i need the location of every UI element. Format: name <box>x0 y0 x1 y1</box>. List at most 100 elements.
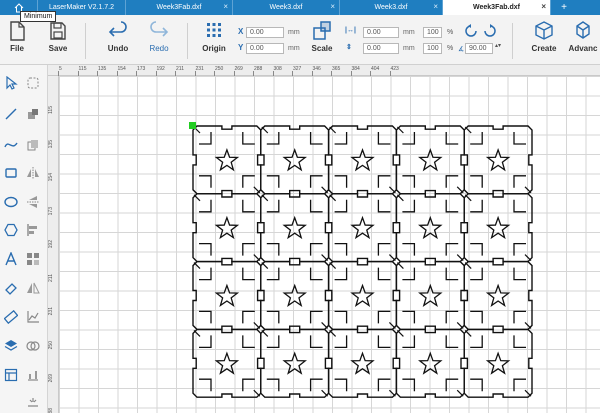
star-shape <box>350 147 375 172</box>
tab-week3-a[interactable]: Week3.dxf × <box>233 0 340 15</box>
close-icon[interactable]: × <box>433 2 438 11</box>
copy-icon[interactable] <box>26 138 40 152</box>
tile-corner-tick <box>388 186 396 194</box>
tile-slot <box>266 267 280 281</box>
flip-vertical-icon[interactable] <box>26 195 40 209</box>
tile-outline <box>327 193 398 263</box>
tile-slot <box>513 267 526 281</box>
tile-slot <box>377 310 391 324</box>
measure-ruler-icon[interactable] <box>4 310 18 324</box>
star-shape <box>418 283 443 307</box>
tile-outline <box>260 260 330 331</box>
selection-handle[interactable] <box>189 122 196 129</box>
tile-slot <box>513 335 526 349</box>
tile-slot <box>377 335 391 349</box>
height-percent-input[interactable]: 100 <box>423 43 442 54</box>
node-edit-icon[interactable] <box>26 76 40 90</box>
star-shape <box>418 351 443 375</box>
flip-horizontal-icon[interactable] <box>26 166 40 180</box>
undo-icon <box>108 21 127 37</box>
close-icon[interactable]: × <box>223 2 228 11</box>
tile-slot <box>334 242 348 256</box>
table-layout-icon[interactable] <box>4 368 18 382</box>
ruler-tick-label: 211 <box>48 273 54 282</box>
tab-week3fab-active[interactable]: Week3Fab.dxf × <box>443 0 551 15</box>
drawing-canvas[interactable] <box>59 76 600 413</box>
distribute-icon[interactable] <box>26 368 40 382</box>
tile-slot <box>402 335 416 349</box>
y-input[interactable]: 0.00 <box>246 43 284 54</box>
tile-corner-tick <box>524 321 532 329</box>
rectangle-icon[interactable] <box>4 166 18 180</box>
line-icon[interactable] <box>4 107 18 121</box>
tab-week3-b[interactable]: Week3.dxf × <box>340 0 443 15</box>
rotation-input[interactable]: 90.00 <box>465 43 493 54</box>
boolean-icon[interactable] <box>26 339 40 353</box>
chart-icon[interactable] <box>26 310 40 324</box>
angle-icon: ∡ <box>458 46 465 53</box>
star-shape <box>485 215 511 240</box>
y-label: Y <box>238 43 244 52</box>
tile-slot <box>334 267 348 281</box>
tile-corner-tick <box>388 321 396 329</box>
create-button[interactable]: Create <box>527 20 561 53</box>
tile-slot <box>513 199 526 213</box>
align-icon[interactable] <box>26 223 40 237</box>
origin-button[interactable]: Origin <box>197 20 231 53</box>
close-icon[interactable]: × <box>330 2 335 11</box>
new-tab-button[interactable]: + <box>551 0 577 15</box>
x-input[interactable]: 0.00 <box>246 27 284 38</box>
height-input[interactable]: 0.00 <box>363 43 399 54</box>
tooltip: Minimum <box>20 11 57 22</box>
scale-button[interactable]: Scale <box>305 20 339 53</box>
tab-week3fab[interactable]: Week3Fab.dxf × <box>126 0 233 15</box>
tile-slot <box>377 267 391 281</box>
tile-outline <box>463 328 533 398</box>
tile-slot <box>513 175 526 188</box>
tile-slot <box>402 199 416 213</box>
tile-corner-tick <box>193 194 201 202</box>
star-shape <box>214 215 240 240</box>
ruler-tick-label: 154 <box>48 173 54 182</box>
save-button[interactable]: Save <box>41 20 75 53</box>
sparkle-icon[interactable] <box>26 396 40 410</box>
close-icon[interactable]: × <box>541 2 546 11</box>
tab-label: Week3.dxf <box>374 4 408 11</box>
arrange-icon[interactable] <box>26 107 40 121</box>
tile-slot <box>334 335 348 349</box>
file-button[interactable]: File <box>0 20 34 53</box>
tab-label: Week3Fab.dxf <box>473 4 520 11</box>
layers-icon[interactable] <box>4 339 18 353</box>
select-arrow-icon[interactable] <box>4 76 18 90</box>
ruler-tick-label: 404 <box>371 66 380 72</box>
main-toolbar: File Save Undo Redo Origin X 0.00 mm Y 0… <box>0 15 600 65</box>
width-percent-input[interactable]: 100 <box>423 27 442 38</box>
text-icon[interactable] <box>4 252 18 266</box>
array-grid-icon[interactable] <box>26 252 40 266</box>
create-box-icon <box>535 21 553 40</box>
curve-icon[interactable] <box>4 138 18 152</box>
tile-slot <box>199 267 212 281</box>
mirror-icon[interactable] <box>26 281 40 295</box>
plus-icon: + <box>561 2 567 13</box>
width-input[interactable]: 0.00 <box>363 27 399 38</box>
advanced-button[interactable]: Advanc <box>566 20 600 53</box>
tile-slot <box>199 132 212 145</box>
undo-button[interactable]: Undo <box>101 20 135 53</box>
star-tile-pattern[interactable] <box>59 76 600 413</box>
polygon-icon[interactable] <box>4 223 18 237</box>
rotate-cw-icon[interactable] <box>482 23 498 39</box>
eraser-icon[interactable] <box>4 281 18 295</box>
ellipse-icon[interactable] <box>4 195 18 209</box>
tile-corner-tick <box>321 186 329 194</box>
tile-slot <box>402 132 416 145</box>
rotate-ccw-icon[interactable] <box>463 23 479 39</box>
ruler-tick-label: 269 <box>234 66 243 72</box>
width-icon: |↔| <box>345 27 356 34</box>
rotation-stepper[interactable]: ▴▾ <box>495 42 501 49</box>
tile-slot <box>199 175 212 188</box>
star-shape <box>282 215 307 240</box>
tile-outline <box>395 260 465 331</box>
redo-button[interactable]: Redo <box>142 20 176 53</box>
tile-slot <box>334 199 348 213</box>
